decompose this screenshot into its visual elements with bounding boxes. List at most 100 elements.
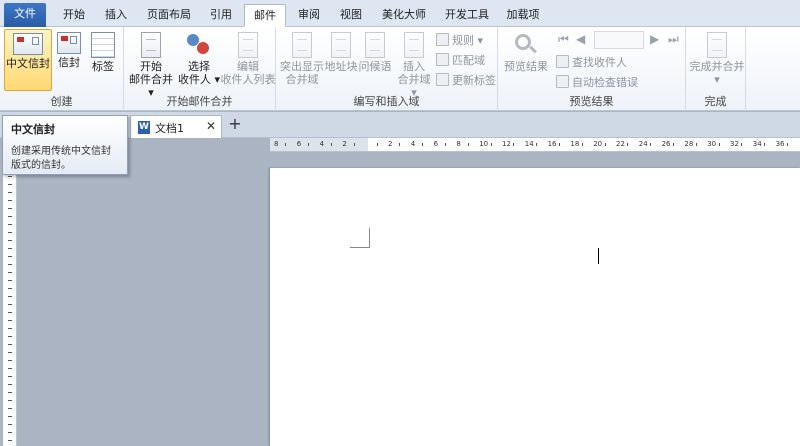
ruler-label: 4 xyxy=(410,140,416,148)
select-recipients-label-1: 选择 xyxy=(188,60,210,73)
update-labels-button[interactable]: 更新标签 xyxy=(436,73,496,89)
group-preview-results-label: 预览结果 xyxy=(569,95,614,108)
rules-icon xyxy=(436,33,449,46)
ruler-label: 8 xyxy=(456,140,461,148)
tab-insert[interactable]: 插入 xyxy=(96,4,136,27)
tab-file[interactable]: 文件 xyxy=(4,3,46,27)
tab-home[interactable]: 开始 xyxy=(52,4,96,27)
rules-button[interactable]: 规则 ▾ xyxy=(436,33,483,49)
document-page[interactable] xyxy=(270,168,800,446)
ruler-label: 30 xyxy=(707,140,717,148)
ruler-tick xyxy=(559,143,560,146)
ruler-tick xyxy=(331,143,332,146)
last-record-icon[interactable]: ⏭ xyxy=(668,32,679,47)
auto-check-errors-button[interactable]: 自动检查错误 xyxy=(556,75,638,91)
find-recipient-button[interactable]: 查找收件人 xyxy=(556,55,627,71)
tooltip-body: 创建采用传统中文信封版式的信封。 xyxy=(11,146,111,171)
ruler-label: 12 xyxy=(502,140,511,148)
finish-merge-button[interactable]: 完成并合并 ▾ xyxy=(688,29,746,91)
word-document-icon: W xyxy=(138,121,150,134)
tab-mailings[interactable]: 邮件 xyxy=(244,4,286,27)
group-write-insert-fields: 突出显示 合并域 地址块 问候语 插入 合并域 ▾ 规则 ▾ 匹配域 更新标签 … xyxy=(276,27,498,111)
insert-merge-field-button[interactable]: 插入 合并域 ▾ xyxy=(394,29,434,99)
ruler-tick xyxy=(399,143,401,146)
horizontal-ruler[interactable]: 8 6 4 2 2 4 6 8 10 12 14 16 18 20 22 24 26 28 30 32 34 36 xyxy=(270,138,800,152)
chinese-envelope-label: 中文信封 xyxy=(6,57,50,70)
previous-record-icon[interactable]: ◀ xyxy=(576,32,585,46)
tab-developer[interactable]: 开发工具 xyxy=(436,4,498,27)
vertical-ruler-tick xyxy=(8,200,12,201)
match-fields-button[interactable]: 匹配域 xyxy=(436,53,485,69)
edit-recipient-list-label-1: 编辑 xyxy=(237,60,259,73)
ruler-tick xyxy=(741,143,743,146)
address-block-icon xyxy=(331,32,351,58)
ruler-tick xyxy=(764,143,766,146)
vertical-ruler-tick xyxy=(8,288,12,289)
vertical-ruler[interactable] xyxy=(3,168,17,446)
close-tab-icon[interactable]: ✕ xyxy=(206,119,216,133)
tab-review[interactable]: 审阅 xyxy=(288,4,330,27)
vertical-ruler-tick xyxy=(8,384,12,385)
ruler-label: 6 xyxy=(433,140,439,148)
highlight-merge-fields-button[interactable]: 突出显示 合并域 xyxy=(280,29,324,91)
address-block-button[interactable]: 地址块 xyxy=(324,29,358,91)
ruler-label: 10 xyxy=(479,140,489,148)
vertical-ruler-tick xyxy=(8,312,12,313)
ruler-label: 18 xyxy=(570,140,580,148)
vertical-ruler-tick xyxy=(8,320,12,321)
ruler-label: 4 xyxy=(319,140,325,148)
new-tab-button[interactable]: + xyxy=(226,116,244,134)
preview-results-label: 预览结果 xyxy=(504,60,548,73)
envelope-button[interactable]: 信封 xyxy=(54,29,84,91)
tab-addins[interactable]: 加载项 xyxy=(498,4,548,27)
first-record-icon[interactable]: ⏮ xyxy=(558,32,569,47)
vertical-ruler-tick xyxy=(8,424,12,425)
document-tab[interactable]: W 文档1 ✕ xyxy=(130,115,222,138)
ruler-label: 14 xyxy=(524,140,534,148)
ruler-tick xyxy=(673,143,674,146)
tab-page-layout[interactable]: 页面布局 xyxy=(138,4,200,27)
ruler-tick xyxy=(308,143,310,146)
ruler-tick xyxy=(353,143,355,146)
vertical-ruler-tick xyxy=(8,344,12,345)
group-write-insert-label: 编写和插入域 xyxy=(353,95,420,108)
auto-check-errors-icon xyxy=(556,75,569,88)
group-create: 中文信封 信封 标签 创建 xyxy=(0,27,124,111)
vertical-ruler-tick xyxy=(8,184,12,185)
vertical-ruler-tick xyxy=(8,336,12,337)
start-mail-merge-button[interactable]: 开始 邮件合并 ▾ xyxy=(126,29,176,99)
document-tab-title: 文档1 xyxy=(155,122,184,135)
ruler-label: 6 xyxy=(296,140,302,148)
tab-beautify[interactable]: 美化大师 xyxy=(372,4,436,27)
ruler-tick xyxy=(445,143,446,146)
match-fields-icon xyxy=(436,53,449,66)
vertical-ruler-tick xyxy=(8,224,12,225)
group-start-mail-merge: 开始 邮件合并 ▾ 选择 收件人 ▾ 编辑 收件人列表 开始邮件合并 xyxy=(124,27,276,111)
ribbon-panel: 中文信封 信封 标签 创建 开始 邮件合并 ▾ 选择 收件人 ▾ 编辑 收件人列… xyxy=(0,27,800,111)
ruler-tick xyxy=(695,143,697,146)
tab-view[interactable]: 视图 xyxy=(330,4,372,27)
preview-results-button[interactable]: 预览结果 xyxy=(502,29,550,91)
ruler-tick xyxy=(650,143,652,146)
vertical-ruler-tick xyxy=(8,304,12,305)
tab-references[interactable]: 引用 xyxy=(200,4,242,27)
ruler-tick xyxy=(285,143,287,146)
select-recipients-button[interactable]: 选择 收件人 ▾ xyxy=(176,29,222,91)
chinese-envelope-button[interactable]: 中文信封 xyxy=(4,29,52,91)
start-mail-merge-icon xyxy=(141,32,161,58)
ruler-tick xyxy=(536,143,538,146)
ruler-label: 2 xyxy=(388,140,393,148)
vertical-ruler-tick xyxy=(8,280,12,281)
edit-recipient-list-button[interactable]: 编辑 收件人列表 xyxy=(220,29,276,91)
ruler-label: 26 xyxy=(661,140,671,148)
ruler-label: 8 xyxy=(274,140,279,148)
vertical-ruler-tick xyxy=(8,392,12,393)
next-record-icon[interactable]: ▶ xyxy=(650,32,659,46)
vertical-ruler-tick xyxy=(8,216,12,217)
vertical-ruler-tick xyxy=(8,264,12,265)
group-start-mail-merge-label: 开始邮件合并 xyxy=(166,95,233,108)
highlight-merge-fields-label-2: 合并域 xyxy=(285,73,319,86)
record-number-field[interactable] xyxy=(594,31,644,49)
labels-button[interactable]: 标签 xyxy=(86,29,120,91)
greeting-line-button[interactable]: 问候语 xyxy=(358,29,392,91)
